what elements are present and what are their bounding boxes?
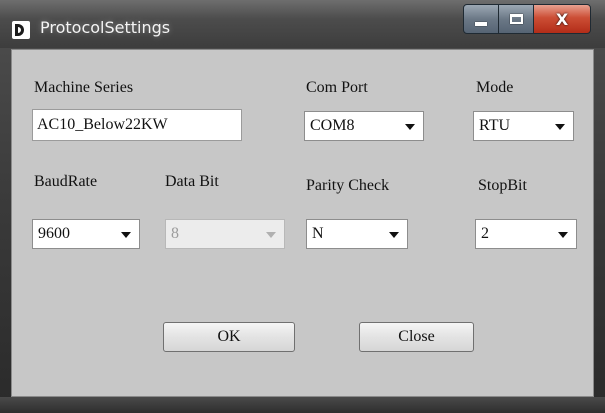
caption-buttons: X	[463, 4, 591, 38]
parity-check-select[interactable]: N	[306, 219, 408, 249]
com-port-label: Com Port	[306, 79, 368, 96]
close-button[interactable]: Close	[359, 322, 474, 352]
title-bar[interactable]: ProtocolSettings X	[0, 0, 605, 48]
baud-rate-value: 9600	[38, 225, 70, 242]
machine-series-field[interactable]: AC10_Below22KW	[32, 109, 242, 141]
chevron-down-icon	[121, 232, 131, 238]
data-bit-value: 8	[171, 225, 179, 242]
maximize-icon	[509, 14, 523, 24]
protocol-settings-window: ProtocolSettings X Machine Series AC10_B…	[0, 0, 605, 413]
window-bottom-border	[0, 397, 605, 413]
data-bit-label: Data Bit	[165, 173, 219, 190]
mode-value: RTU	[479, 117, 511, 134]
chevron-down-icon	[266, 232, 276, 238]
mode-label: Mode	[476, 79, 514, 96]
minimize-icon	[475, 22, 487, 26]
baud-rate-select[interactable]: 9600	[32, 219, 140, 249]
parity-check-label: Parity Check	[306, 177, 390, 194]
minimize-button[interactable]	[463, 4, 499, 34]
baud-rate-label: BaudRate	[34, 173, 98, 190]
chevron-down-icon	[558, 232, 568, 238]
window-title: ProtocolSettings	[40, 18, 171, 37]
chevron-down-icon	[555, 124, 565, 130]
close-icon: X	[555, 9, 569, 29]
machine-series-label: Machine Series	[34, 79, 134, 96]
com-port-select[interactable]: COM8	[304, 111, 424, 141]
data-bit-select: 8	[165, 219, 285, 249]
stop-bit-value: 2	[481, 225, 489, 242]
stop-bit-label: StopBit	[478, 177, 527, 194]
ok-button[interactable]: OK	[163, 322, 295, 352]
maximize-button[interactable]	[498, 4, 534, 34]
stop-bit-select[interactable]: 2	[475, 219, 577, 249]
chevron-down-icon	[389, 232, 399, 238]
com-port-value: COM8	[310, 117, 355, 134]
close-window-button[interactable]: X	[533, 4, 591, 34]
app-logo-icon	[12, 21, 30, 39]
mode-select[interactable]: RTU	[473, 111, 574, 141]
parity-check-value: N	[312, 225, 324, 242]
chevron-down-icon	[405, 124, 415, 130]
